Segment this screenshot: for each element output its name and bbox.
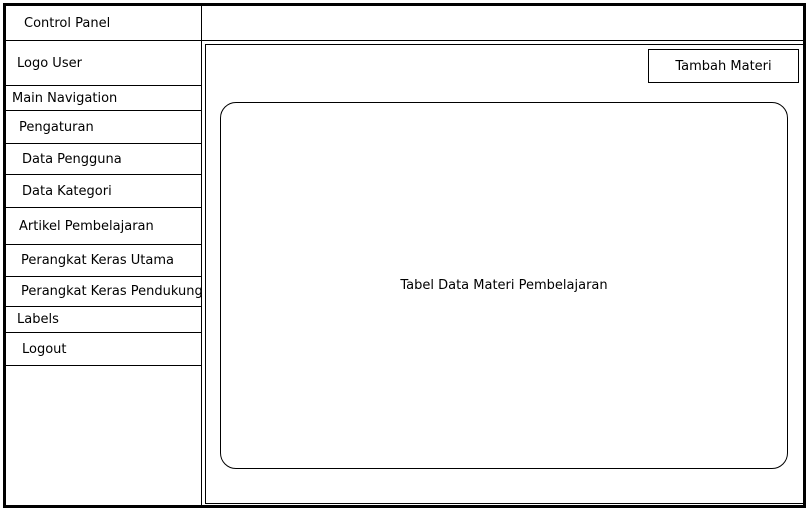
add-material-button[interactable]: Tambah Materi (648, 49, 799, 83)
sidebar-item-perangkat-keras-pendukung[interactable]: Perangkat Keras Pendukung (6, 277, 203, 307)
section-labels: Labels (6, 307, 201, 333)
material-data-table: Tabel Data Materi Pembelajaran (220, 102, 788, 469)
sidebar-item-pengaturan[interactable]: Pengaturan (6, 111, 201, 144)
logout-button[interactable]: Logout (6, 333, 201, 366)
sidebar-item-data-kategori[interactable]: Data Kategori (6, 175, 201, 208)
top-bar (202, 6, 803, 41)
control-panel-title: Control Panel (6, 6, 201, 41)
table-placeholder-label: Tabel Data Materi Pembelajaran (400, 278, 608, 293)
app-window: Control Panel Logo User Main Navigation … (3, 3, 806, 508)
sidebar-item-data-pengguna[interactable]: Data Pengguna (6, 144, 201, 175)
section-main-navigation: Main Navigation (6, 86, 201, 111)
sidebar: Control Panel Logo User Main Navigation … (6, 6, 203, 505)
sidebar-item-artikel-pembelajaran[interactable]: Artikel Pembelajaran (6, 208, 201, 245)
user-logo: Logo User (6, 41, 201, 86)
sidebar-item-perangkat-keras-utama[interactable]: Perangkat Keras Utama (6, 245, 201, 277)
main-content: Tambah Materi Tabel Data Materi Pembelaj… (205, 44, 804, 504)
